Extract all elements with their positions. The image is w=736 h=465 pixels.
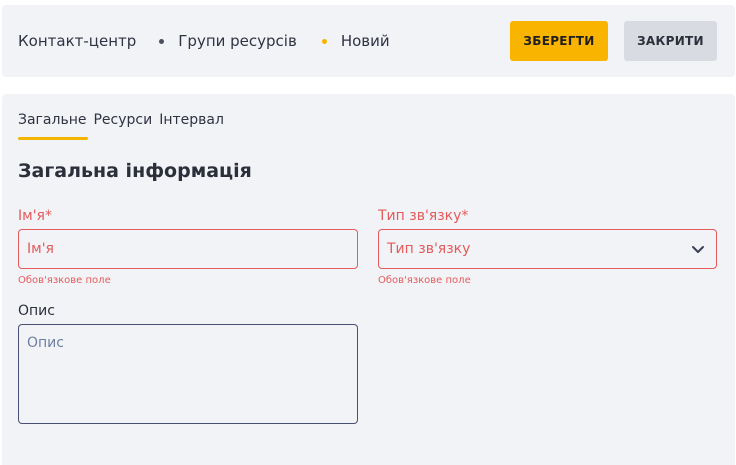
contact-type-select[interactable]: Тип зв'язку bbox=[378, 229, 717, 269]
contact-type-label: Тип зв'язку* bbox=[378, 208, 469, 224]
breadcrumb-current-dot-icon bbox=[321, 38, 327, 44]
page-header: Контакт-центр Групи ресурсів Новий ЗБЕРЕ… bbox=[2, 5, 735, 77]
breadcrumb-item-resource-groups[interactable]: Групи ресурсів bbox=[178, 32, 297, 50]
breadcrumb-item-contact-center[interactable]: Контакт-центр bbox=[18, 32, 136, 50]
name-label: Ім'я* bbox=[18, 208, 52, 224]
section-title: Загальна інформація bbox=[18, 160, 252, 182]
breadcrumb-item-new: Новий bbox=[340, 32, 390, 50]
description-label: Опис bbox=[18, 303, 55, 319]
tab-general[interactable]: Загальне bbox=[18, 112, 86, 128]
contact-type-error-text: Обов'язкове поле bbox=[378, 275, 471, 286]
close-button[interactable]: ЗАКРИТИ bbox=[624, 21, 717, 61]
tab-interval[interactable]: Інтервал bbox=[159, 112, 224, 128]
name-input[interactable]: Ім'я bbox=[18, 229, 358, 269]
name-error-text: Обов'язкове поле bbox=[18, 275, 111, 286]
form-panel: Загальне Ресурси Інтервал Загальна інфор… bbox=[2, 94, 735, 465]
description-textarea[interactable]: Опис bbox=[18, 324, 358, 424]
active-tab-indicator bbox=[18, 137, 88, 140]
tab-resources[interactable]: Ресурси bbox=[93, 112, 152, 128]
chevron-down-icon[interactable] bbox=[690, 242, 706, 258]
breadcrumb: Контакт-центр Групи ресурсів Новий bbox=[18, 5, 390, 77]
description-placeholder: Опис bbox=[27, 335, 64, 351]
name-placeholder: Ім'я bbox=[27, 241, 54, 257]
save-button[interactable]: ЗБЕРЕГТИ bbox=[510, 21, 608, 61]
breadcrumb-separator-icon bbox=[159, 38, 165, 44]
contact-type-placeholder: Тип зв'язку bbox=[387, 241, 471, 257]
tab-bar: Загальне Ресурси Інтервал bbox=[18, 112, 231, 128]
